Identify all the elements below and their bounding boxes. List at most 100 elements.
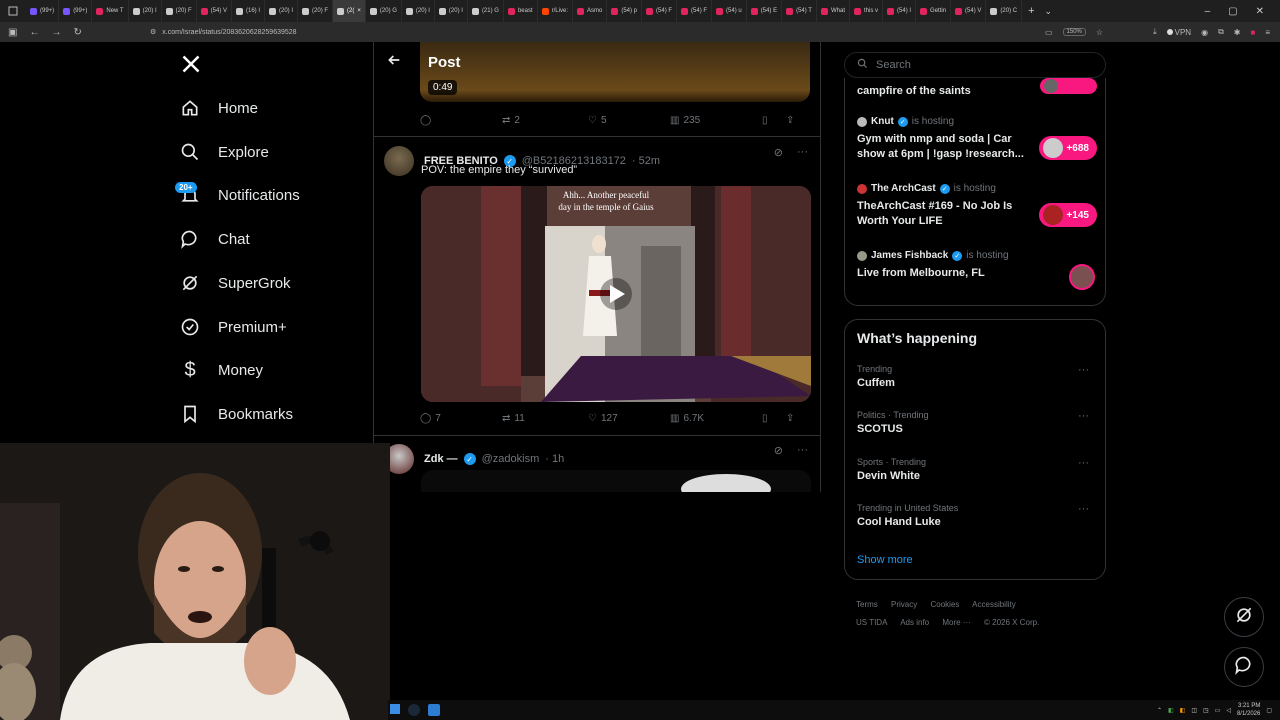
browser-tab[interactable]: (16) I	[232, 0, 265, 22]
browser-tab[interactable]: beast	[504, 0, 538, 22]
browser-tab[interactable]: (20) F	[298, 0, 334, 22]
retweet-button[interactable]: ⇄ 2	[502, 115, 588, 126]
tab-close-icon[interactable]: ×	[357, 8, 361, 14]
minimize-icon[interactable]: –	[1205, 6, 1211, 17]
browser-tab[interactable]: this v	[850, 0, 884, 22]
zoom-indicator[interactable]: 150%	[1062, 28, 1086, 36]
grok-fab-button[interactable]	[1224, 597, 1264, 637]
steam-icon[interactable]	[408, 704, 420, 716]
main-timeline[interactable]: 0:49 Post ◯ ⇄ 2 ♡ 5 ▥ 235 ▯ ⇪ FREE BENITO ✓…	[373, 42, 821, 492]
footer-link-privacy[interactable]: Privacy	[891, 600, 917, 609]
nav-bookmarks[interactable]: Bookmarks	[178, 398, 293, 430]
network-icon[interactable]: ▭	[1215, 707, 1221, 714]
windows-start-icon[interactable]	[390, 704, 400, 714]
nav-chat[interactable]: Chat	[178, 223, 250, 255]
back-icon[interactable]: ←	[29, 27, 39, 38]
like-button[interactable]: ♡ 127	[588, 413, 670, 424]
reload-icon[interactable]: ↻	[73, 27, 81, 38]
x-logo[interactable]	[180, 54, 202, 76]
tray-app-icon[interactable]: ◧	[1180, 707, 1186, 714]
tweet-time[interactable]: · 1h	[545, 453, 564, 465]
footer-link-tida[interactable]: US TIDA	[856, 618, 887, 627]
vpn-button[interactable]: VPN	[1166, 28, 1191, 37]
puzzle-icon[interactable]: ✱	[1234, 28, 1241, 37]
views-button[interactable]: ▥ 235	[670, 115, 762, 126]
like-button[interactable]: ♡ 5	[588, 115, 670, 126]
nav-explore[interactable]: Explore	[178, 136, 269, 168]
tray-app-icon[interactable]: ◫	[1191, 707, 1197, 714]
footer-link-more[interactable]: More ···	[942, 618, 970, 627]
views-button[interactable]: ▥ 6.7K	[670, 413, 762, 424]
browser-tab[interactable]: (54) F	[677, 0, 713, 22]
reply-button[interactable]: ◯	[420, 115, 502, 126]
space-listeners-pill[interactable]: +145	[1039, 203, 1097, 227]
space-speaker-avatar[interactable]	[1069, 264, 1095, 290]
browser-tab[interactable]: Asmo	[573, 0, 608, 22]
browser-tab[interactable]: New T	[92, 0, 129, 22]
back-arrow-icon[interactable]	[386, 52, 402, 73]
space-item[interactable]: Knut ✓ is hosting Gym with nmp and soda | …	[857, 116, 1097, 162]
space-listeners-pill[interactable]: +688	[1039, 136, 1097, 160]
site-info-icon[interactable]: ⚙	[150, 28, 156, 36]
browser-menu-icon[interactable]: ≡	[1265, 28, 1270, 37]
browser-tab[interactable]: (20) G	[366, 0, 402, 22]
browser-tab[interactable]: (99+)	[59, 0, 93, 22]
extensions-icon[interactable]: ⧉	[1218, 27, 1224, 37]
tweet-video[interactable]: Ahh... Another peaceful day in the templ…	[421, 186, 811, 402]
share-button[interactable]: ⇪	[786, 413, 794, 424]
footer-link-accessibility[interactable]: Accessibility	[972, 600, 1016, 609]
author-name[interactable]: Zdk —	[424, 453, 458, 465]
space-item[interactable]: James Fishback ✓ is hosting Live from Melb…	[857, 250, 1097, 290]
more-options-icon[interactable]: ···	[797, 146, 808, 159]
author-handle[interactable]: @zadokism	[482, 453, 540, 465]
browser-tab[interactable]: (20) I	[402, 0, 435, 22]
tray-app-icon[interactable]: ◳	[1203, 707, 1209, 714]
close-icon[interactable]: ✕	[1256, 6, 1264, 17]
nav-money[interactable]: $ Money	[178, 354, 263, 386]
trend-item[interactable]: Trending Cuffem ···	[857, 364, 1097, 389]
tab-menu-icon[interactable]	[0, 0, 26, 22]
browser-tab[interactable]: (20) I	[129, 0, 162, 22]
tweet-media[interactable]	[421, 470, 811, 492]
browser-tab[interactable]: (54) F	[642, 0, 678, 22]
browser-tab[interactable]: (54) u	[712, 0, 747, 22]
clock[interactable]: 3:21 PM 8/1/2026	[1237, 702, 1260, 718]
space-item[interactable]: campfire of the saints	[857, 78, 1097, 99]
more-options-icon[interactable]: ···	[1078, 503, 1089, 515]
wallet-icon[interactable]: ◉	[1201, 28, 1208, 37]
nav-home[interactable]: Home	[178, 92, 258, 124]
browser-tab[interactable]: r/Live:	[538, 0, 573, 22]
address-bar[interactable]: ⚙ x.com/Israel/status/208362062825963952…	[150, 25, 1080, 39]
browser-tab[interactable]: Gettin	[916, 0, 952, 22]
reply-button[interactable]: ◯ 7	[420, 413, 502, 424]
browser-tab[interactable]: (54) p	[607, 0, 643, 22]
app-icon[interactable]	[428, 704, 440, 716]
nav-supergrok[interactable]: SuperGrok	[178, 267, 291, 299]
browser-tab[interactable]: What	[817, 0, 850, 22]
sidebar-toggle-icon[interactable]: ▣	[8, 27, 17, 38]
space-listeners-pill[interactable]	[1040, 78, 1097, 94]
browser-tab[interactable]: (54) V	[197, 0, 232, 22]
browser-tab[interactable]: (20) C	[986, 0, 1023, 22]
more-options-icon[interactable]: ···	[1078, 364, 1089, 376]
new-tab-button[interactable]: +	[1022, 5, 1040, 17]
speaker-icon[interactable]: ◁	[1226, 707, 1231, 714]
profile-icon[interactable]: ■	[1250, 28, 1255, 37]
browser-tab[interactable]: (20) I	[265, 0, 299, 22]
tab-list-chevron-icon[interactable]: ⌄	[1041, 6, 1057, 17]
forward-icon[interactable]: →	[51, 27, 61, 38]
nav-premium[interactable]: Premium+	[178, 311, 287, 343]
browser-tab[interactable]: (54) T	[782, 0, 817, 22]
footer-link-cookies[interactable]: Cookies	[930, 600, 959, 609]
browser-tab[interactable]: (2(×	[333, 0, 366, 22]
retweet-button[interactable]: ⇄ 11	[502, 413, 588, 424]
footer-link-terms[interactable]: Terms	[856, 600, 878, 609]
avatar[interactable]	[384, 146, 414, 176]
browser-tab[interactable]: (20) F	[162, 0, 197, 22]
browser-tab[interactable]: (54) I	[883, 0, 917, 22]
favorite-star-icon[interactable]: ☆	[1096, 28, 1103, 37]
reader-icon[interactable]: ▭	[1045, 28, 1053, 37]
tweet-time[interactable]: · 52m	[632, 155, 660, 167]
share-button[interactable]: ⇪	[786, 115, 794, 126]
trend-item[interactable]: Sports · Trending Devin White ···	[857, 457, 1097, 482]
